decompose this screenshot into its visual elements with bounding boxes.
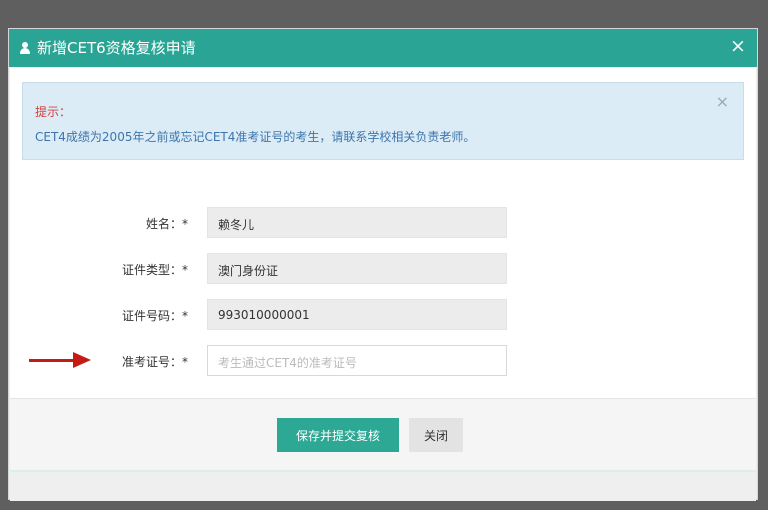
cet6-review-dialog: 新增CET6资格复核申请 × 提示： CET4成绩为2005年之前或忘记CET4…	[8, 28, 758, 501]
dialog-title: 新增CET6资格复核申请	[37, 39, 196, 57]
red-arrow-icon	[29, 352, 91, 368]
dialog-bottom-strip	[10, 470, 756, 501]
name-label: 姓名：*	[145, 217, 188, 231]
id-number-label: 证件号码：*	[121, 309, 188, 323]
dialog-header: 新增CET6资格复核申请 ×	[9, 29, 757, 67]
close-icon[interactable]: ×	[728, 36, 748, 56]
dialog-title-wrap: 新增CET6资格复核申请	[19, 38, 196, 58]
id-type-label: 证件类型：*	[121, 263, 188, 277]
name-field[interactable]: 赖冬儿	[207, 207, 507, 238]
admission-ticket-input[interactable]: 考生通过CET4的准考证号	[207, 345, 507, 376]
admission-ticket-label: 准考证号：*	[121, 355, 188, 369]
alert-message: CET4成绩为2005年之前或忘记CET4准考证号的考生，请联系学校相关负责老师…	[35, 130, 476, 144]
alert-title: 提示：	[35, 105, 72, 119]
form-row-admission-ticket: 准考证号：* 考生通过CET4的准考证号	[10, 345, 756, 379]
info-alert: 提示： CET4成绩为2005年之前或忘记CET4准考证号的考生，请联系学校相关…	[22, 82, 744, 160]
id-number-field[interactable]: 993010000001	[207, 299, 507, 330]
form-row-id-number: 证件号码：* 993010000001	[10, 299, 756, 333]
form-row-id-type: 证件类型：* 澳门身份证	[10, 253, 756, 287]
user-icon	[19, 42, 31, 54]
dialog-body: 提示： CET4成绩为2005年之前或忘记CET4准考证号的考生，请联系学校相关…	[10, 68, 756, 398]
dialog-footer: 保存并提交复核 关闭	[10, 398, 756, 471]
close-button[interactable]: 关闭	[409, 418, 463, 452]
save-submit-button[interactable]: 保存并提交复核	[277, 418, 399, 452]
id-type-field[interactable]: 澳门身份证	[207, 253, 507, 284]
alert-close-icon[interactable]: ×	[716, 92, 729, 111]
form-row-name: 姓名：* 赖冬儿	[10, 207, 756, 241]
